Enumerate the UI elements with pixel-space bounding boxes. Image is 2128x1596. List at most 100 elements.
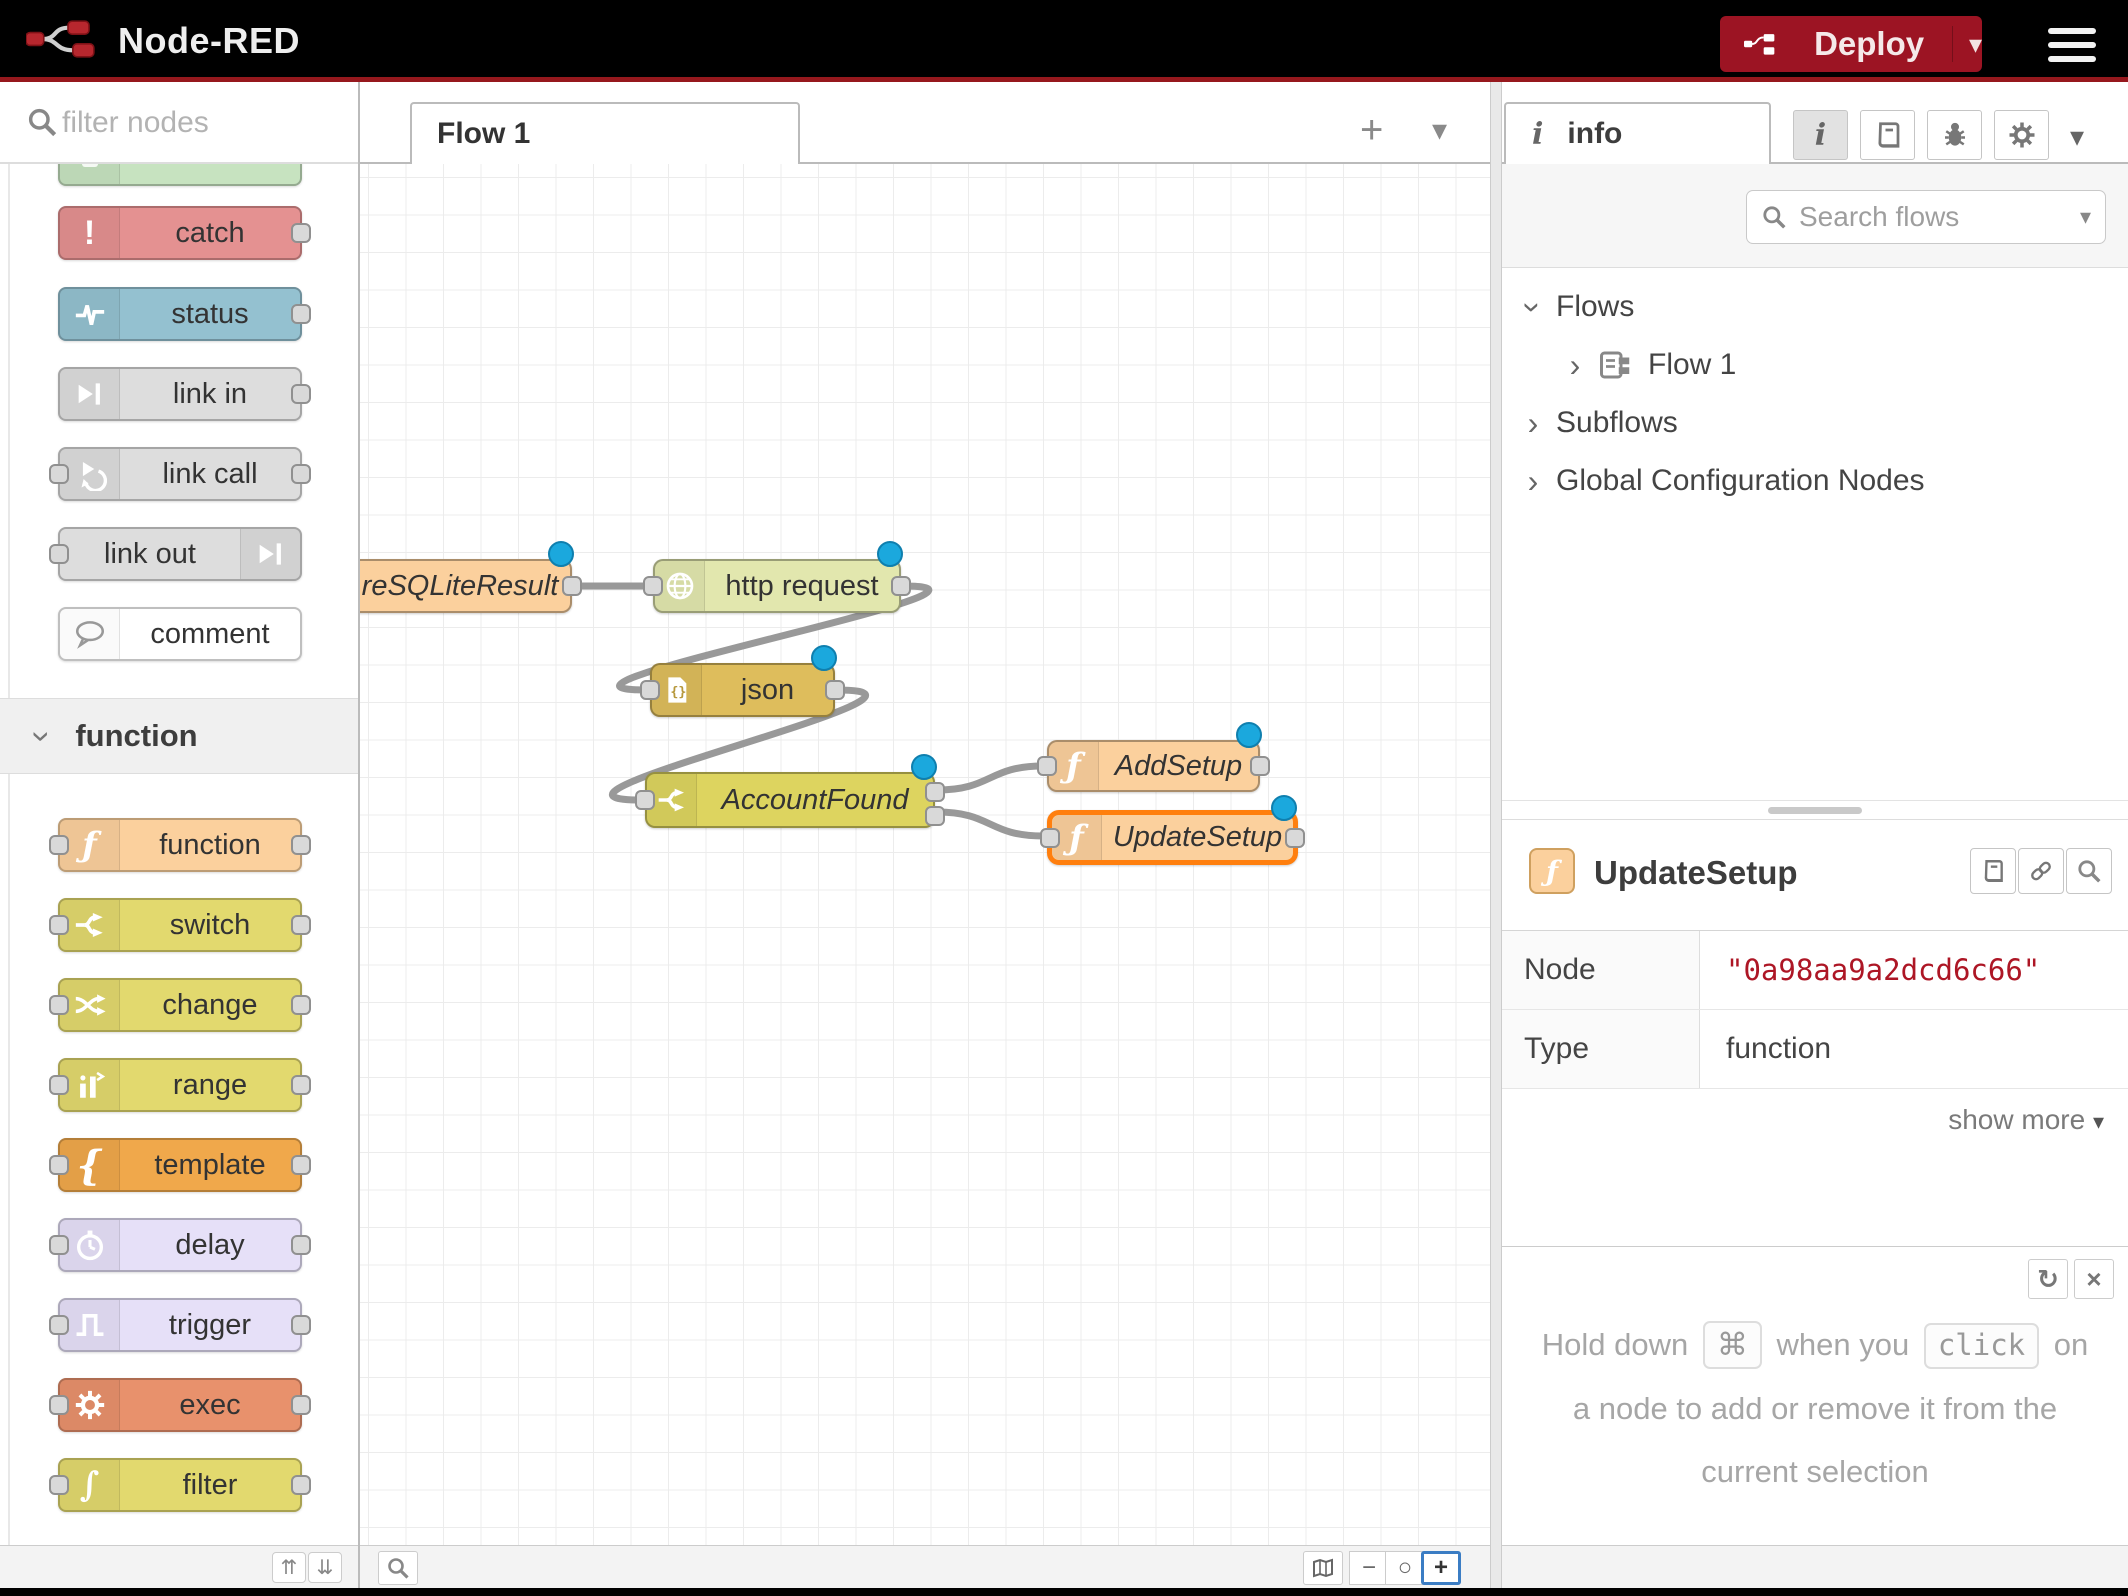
sidebar-splitter[interactable] (1490, 82, 1502, 1596)
output-port[interactable] (1250, 756, 1270, 776)
input-port[interactable] (1037, 756, 1057, 776)
output-port[interactable] (291, 384, 311, 404)
zoom-out-button[interactable]: − (1349, 1551, 1389, 1585)
palette-node-switch[interactable]: switch (58, 898, 302, 952)
navigator-map-button[interactable] (1303, 1551, 1343, 1585)
palette-node-trigger[interactable]: trigger (58, 1298, 302, 1352)
input-port[interactable] (49, 1155, 69, 1175)
output-port[interactable] (291, 995, 311, 1015)
palette-node-function[interactable]: ƒ function (58, 818, 302, 872)
input-port[interactable] (49, 464, 69, 484)
palette-node-complete[interactable] (58, 164, 302, 186)
wire[interactable] (937, 812, 1043, 836)
input-port[interactable] (49, 995, 69, 1015)
input-port[interactable] (49, 1315, 69, 1335)
output-port[interactable] (291, 223, 311, 243)
tree-item-subflows[interactable]: › Subflows (1502, 394, 2128, 452)
palette-scroll-area[interactable]: ! catch status link in link call (0, 164, 358, 1545)
collapse-all-button[interactable]: ⇈ (272, 1552, 306, 1583)
palette-node-link-call[interactable]: link call (58, 447, 302, 501)
flow-node-reSQLiteResult[interactable]: ƒ reSQLiteResult (360, 559, 572, 613)
chevron-right-icon[interactable]: › (1518, 463, 1548, 500)
output-port[interactable] (1285, 828, 1305, 848)
palette-category-function[interactable]: › function (0, 698, 358, 774)
close-tips-button[interactable]: × (2074, 1259, 2114, 1299)
output-port[interactable] (291, 1075, 311, 1095)
add-flow-button[interactable]: + (1360, 110, 1383, 150)
palette-node-status[interactable]: status (58, 287, 302, 341)
palette-node-range[interactable]: range (58, 1058, 302, 1112)
palette-node-delay[interactable]: delay (58, 1218, 302, 1272)
output-port[interactable] (291, 1235, 311, 1255)
output-port-1[interactable] (925, 782, 945, 802)
output-port[interactable] (291, 835, 311, 855)
palette-filter-input[interactable] (62, 100, 332, 146)
palette-node-exec[interactable]: exec (58, 1378, 302, 1432)
output-port[interactable] (291, 464, 311, 484)
expand-all-button[interactable]: ⇊ (308, 1552, 342, 1583)
help-tab-button[interactable] (1860, 110, 1915, 160)
output-port[interactable] (291, 1395, 311, 1415)
output-port[interactable] (891, 576, 911, 596)
input-port[interactable] (49, 915, 69, 935)
node-find-button[interactable] (2066, 848, 2112, 894)
tab-flow-1[interactable]: Flow 1 (410, 102, 800, 164)
chevron-down-icon[interactable]: › (1515, 292, 1552, 322)
input-port[interactable] (49, 835, 69, 855)
palette-node-link-out[interactable]: link out (58, 527, 302, 581)
node-links-button[interactable] (2018, 848, 2064, 894)
deploy-button[interactable]: Deploy ▾ (1720, 16, 1982, 72)
search-flows-button[interactable] (378, 1551, 418, 1585)
flow-workspace[interactable]: ƒ reSQLiteResult http request json (360, 164, 1490, 1545)
input-port[interactable] (49, 544, 69, 564)
drag-handle[interactable] (1768, 807, 1862, 814)
search-flows-box[interactable]: ▾ (1746, 190, 2106, 244)
flow-node-json[interactable]: json (650, 663, 835, 717)
wire[interactable] (937, 766, 1043, 790)
palette-scrollbar[interactable] (8, 164, 10, 1545)
output-port[interactable] (291, 1475, 311, 1495)
input-port[interactable] (49, 1075, 69, 1095)
flow-node-http-request[interactable]: http request (653, 559, 901, 613)
input-port[interactable] (643, 576, 663, 596)
search-options-chevron-icon[interactable]: ▾ (2080, 204, 2091, 230)
search-flows-input[interactable] (1799, 201, 2080, 233)
input-port[interactable] (49, 1395, 69, 1415)
refresh-tip-button[interactable]: ↻ (2028, 1259, 2068, 1299)
tree-item-global-configuration-nodes[interactable]: › Global Configuration Nodes (1502, 452, 2128, 510)
palette-node-template[interactable]: { template (58, 1138, 302, 1192)
output-port[interactable] (291, 1315, 311, 1335)
input-port[interactable] (1040, 828, 1060, 848)
main-menu-button[interactable] (2048, 28, 2096, 66)
chevron-right-icon[interactable]: › (1560, 347, 1590, 384)
palette-node-catch[interactable]: ! catch (58, 206, 302, 260)
debug-tab-button[interactable] (1927, 110, 1982, 160)
palette-node-filter[interactable]: ∫ filter (58, 1458, 302, 1512)
flow-list-chevron-icon[interactable]: ▾ (1432, 116, 1447, 146)
input-port[interactable] (49, 1235, 69, 1255)
palette-node-link-in[interactable]: link in (58, 367, 302, 421)
output-port-2[interactable] (925, 806, 945, 826)
zoom-reset-button[interactable]: ○ (1385, 1551, 1425, 1585)
zoom-in-button[interactable]: + (1421, 1551, 1461, 1585)
flow-node-AccountFound[interactable]: AccountFound (645, 772, 935, 828)
info-tab-button[interactable]: i (1793, 110, 1848, 160)
chevron-right-icon[interactable]: › (1518, 405, 1548, 442)
show-more-link[interactable]: show more ▾ (1948, 1104, 2104, 1136)
input-port[interactable] (49, 1475, 69, 1495)
deploy-options-chevron-icon[interactable]: ▾ (1969, 29, 1982, 60)
flow-node-AddSetup[interactable]: ƒ AddSetup (1047, 740, 1260, 792)
sidebar-tabs-chevron-icon[interactable]: ▾ (2070, 120, 2084, 153)
tab-info[interactable]: i info (1504, 102, 1771, 164)
output-port[interactable] (291, 915, 311, 935)
palette-node-comment[interactable]: comment (58, 607, 302, 661)
info-panel-splitter[interactable] (1502, 800, 2128, 820)
tree-item-flow-1[interactable]: › Flow 1 (1502, 336, 2128, 394)
palette-node-change[interactable]: change (58, 978, 302, 1032)
flow-node-UpdateSetup-selected[interactable]: ƒ UpdateSetup (1047, 810, 1298, 865)
input-port[interactable] (635, 790, 655, 810)
config-tab-button[interactable] (1994, 110, 2049, 160)
input-port[interactable] (640, 680, 660, 700)
node-help-button[interactable] (1970, 848, 2016, 894)
output-port[interactable] (291, 1155, 311, 1175)
